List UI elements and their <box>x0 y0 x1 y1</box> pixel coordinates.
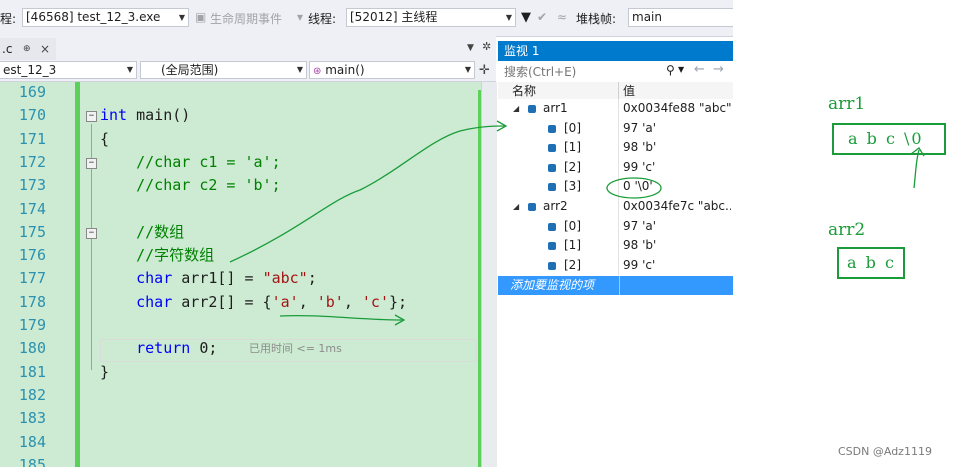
underline-arrow <box>279 314 403 321</box>
handwritten-arrows <box>229 120 925 326</box>
pointer-arrow <box>913 149 920 189</box>
arr1-annotation-label: arr1 <box>828 94 866 114</box>
arr1-annotation-box: a b c \0 <box>832 123 946 155</box>
arr2-annotation-label: arr2 <box>828 220 866 240</box>
arr2-annotation-box: a b c <box>837 247 905 279</box>
watermark: CSDN @Adz1119 <box>838 445 932 458</box>
circle-highlight <box>606 177 662 199</box>
arrow-line <box>229 125 506 263</box>
